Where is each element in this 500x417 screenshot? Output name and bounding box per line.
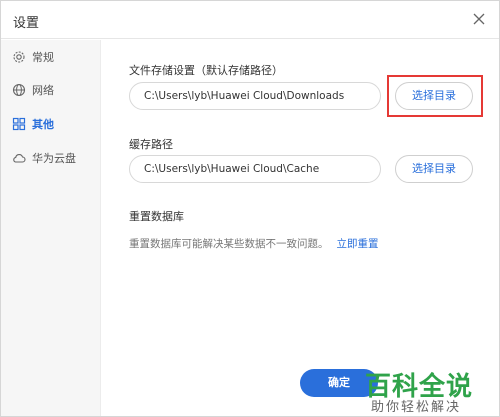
storage-path-field[interactable]: C:\Users\lyb\Huawei Cloud\Downloads bbox=[129, 82, 381, 110]
sidebar-item-huawei-cloud[interactable]: 华为云盘 bbox=[1, 143, 101, 173]
sidebar-item-network[interactable]: 网络 bbox=[1, 75, 101, 105]
reset-description: 重置数据库可能解决某些数据不一致问题。 立即重置 bbox=[129, 236, 379, 251]
sidebar: 常规 网络 其他 华为云盘 bbox=[1, 40, 101, 416]
globe-icon bbox=[12, 83, 26, 97]
settings-window: 设置 常规 网络 其他 华为云盘 文件存储设置（默认存储路径） C:\Users… bbox=[0, 0, 500, 417]
reset-section-title: 重置数据库 bbox=[129, 210, 184, 223]
reset-now-link[interactable]: 立即重置 bbox=[337, 238, 379, 250]
sidebar-item-label: 其他 bbox=[32, 118, 54, 131]
sidebar-item-label: 华为云盘 bbox=[32, 152, 76, 165]
gear-icon bbox=[13, 51, 25, 63]
reset-desc-text: 重置数据库可能解决某些数据不一致问题。 bbox=[129, 238, 329, 250]
storage-section-title: 文件存储设置（默认存储路径） bbox=[129, 64, 283, 77]
cloud-icon bbox=[13, 154, 26, 163]
settings-content: 文件存储设置（默认存储路径） C:\Users\lyb\Huawei Cloud… bbox=[102, 40, 499, 416]
watermark-subtitle: 助你轻松解决 bbox=[371, 400, 462, 415]
title-bar: 设置 bbox=[1, 1, 499, 39]
watermark: 百科全说 助你轻松解决 bbox=[365, 366, 495, 415]
close-icon[interactable] bbox=[471, 11, 487, 27]
cache-choose-folder-button[interactable]: 选择目录 bbox=[395, 155, 473, 183]
grid-icon bbox=[12, 117, 26, 131]
cache-section-title: 缓存路径 bbox=[129, 138, 173, 151]
sidebar-item-other[interactable]: 其他 bbox=[1, 109, 101, 139]
window-title: 设置 bbox=[13, 16, 40, 31]
sidebar-item-general[interactable]: 常规 bbox=[1, 42, 101, 72]
sidebar-item-label: 常规 bbox=[32, 51, 54, 64]
highlight-box bbox=[387, 75, 483, 117]
cache-path-field[interactable]: C:\Users\lyb\Huawei Cloud\Cache bbox=[129, 155, 381, 183]
sidebar-item-label: 网络 bbox=[32, 84, 54, 97]
